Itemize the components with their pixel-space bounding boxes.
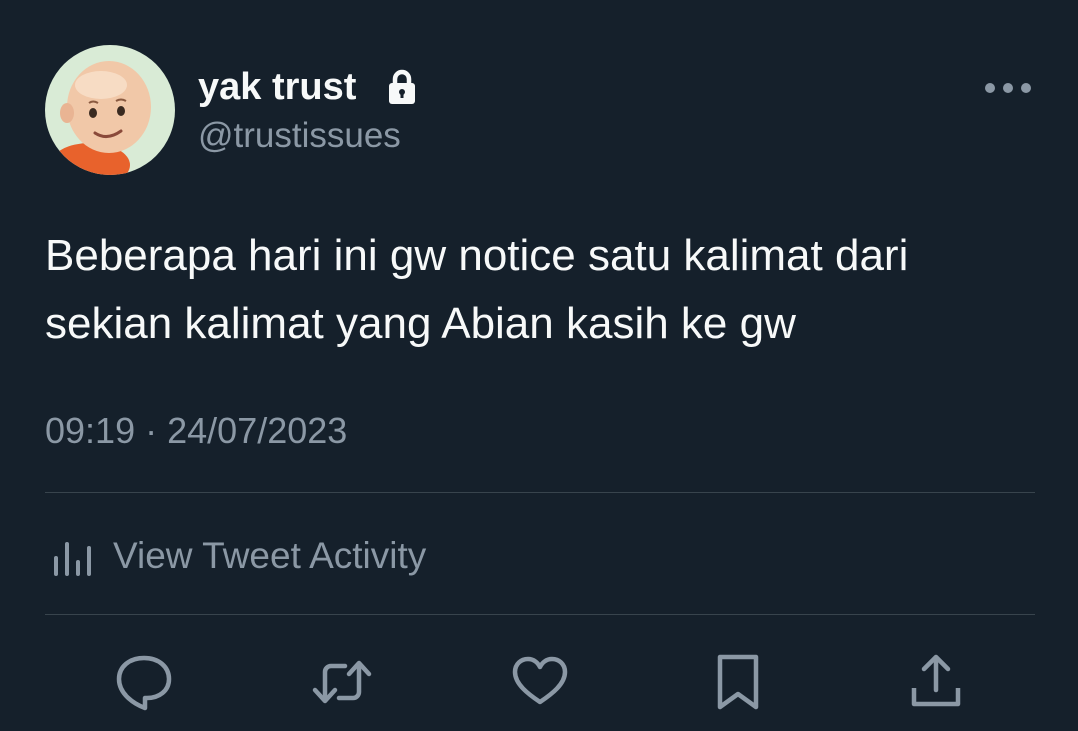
analytics-icon — [54, 542, 91, 576]
share-button[interactable] — [906, 652, 966, 712]
retweet-button[interactable] — [312, 652, 372, 712]
tweet-time: 09:19 — [45, 410, 136, 451]
tweet-date: 24/07/2023 — [167, 410, 348, 451]
display-name[interactable]: yak trust — [198, 66, 356, 109]
bookmark-button[interactable] — [708, 652, 768, 712]
tweet-text-line: sekian kalimat yang Abian kasih ke gw — [45, 299, 796, 348]
divider — [45, 492, 1035, 493]
lock-icon — [386, 69, 418, 110]
reply-button[interactable] — [114, 652, 174, 712]
view-tweet-activity-button[interactable]: View Tweet Activity — [45, 526, 426, 586]
tweet-text: Beberapa hari ini gw notice satu kalimat… — [45, 222, 1045, 358]
retweet-icon — [312, 660, 372, 704]
more-options-button[interactable] — [978, 74, 1038, 102]
more-icon — [985, 83, 1031, 93]
bookmark-icon — [717, 654, 759, 710]
avatar[interactable] — [45, 45, 175, 175]
meta-separator: · — [145, 410, 158, 451]
like-button[interactable] — [510, 652, 570, 712]
tweet-timestamp[interactable]: 09:19 · 24/07/2023 — [45, 410, 347, 452]
reply-icon — [116, 655, 172, 711]
heart-icon — [512, 656, 568, 705]
view-tweet-activity-label: View Tweet Activity — [113, 535, 427, 576]
divider — [45, 614, 1035, 615]
share-icon — [911, 654, 961, 707]
tweet-text-line: Beberapa hari ini gw notice satu kalimat… — [45, 231, 909, 280]
user-handle[interactable]: @trustissues — [198, 116, 401, 156]
